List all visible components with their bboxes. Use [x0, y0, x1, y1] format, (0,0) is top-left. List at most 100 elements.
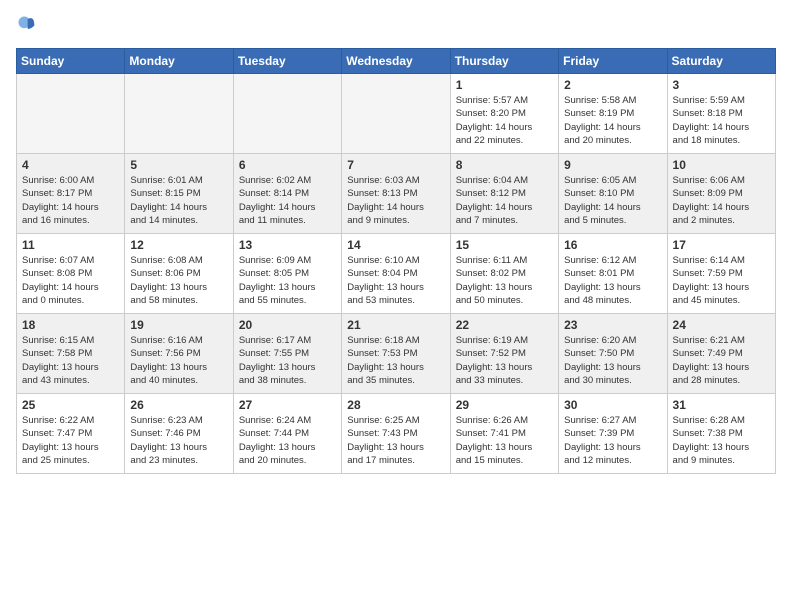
calendar-day-cell: 20 Sunrise: 6:17 AMSunset: 7:55 PMDayligh… [233, 314, 341, 394]
calendar-day-cell [233, 74, 341, 154]
day-number: 25 [22, 398, 119, 412]
calendar-day-cell: 13 Sunrise: 6:09 AMSunset: 8:05 PMDayligh… [233, 234, 341, 314]
day-info: Sunrise: 6:26 AMSunset: 7:41 PMDaylight:… [456, 414, 553, 467]
calendar-day-cell: 14Sunrise: 6:10 AMSunset: 8:04 PMDayligh… [342, 234, 450, 314]
day-info: Sunrise: 6:14 AMSunset: 7:59 PMDaylight:… [673, 254, 770, 307]
day-number: 15 [456, 238, 553, 252]
day-info: Sunrise: 6:23 AMSunset: 7:46 PMDaylight:… [130, 414, 227, 467]
calendar-day-cell: 29 Sunrise: 6:26 AMSunset: 7:41 PMDayligh… [450, 394, 558, 474]
day-number: 9 [564, 158, 661, 172]
day-info: Sunrise: 6:06 AMSunset: 8:09 PMDaylight:… [673, 174, 770, 227]
calendar-day-cell [342, 74, 450, 154]
day-info: Sunrise: 5:58 AMSunset: 8:19 PMDaylight:… [564, 94, 661, 147]
weekday-header-wednesday: Wednesday [342, 49, 450, 74]
calendar-day-cell: 27Sunrise: 6:24 AMSunset: 7:44 PMDayligh… [233, 394, 341, 474]
weekday-header-thursday: Thursday [450, 49, 558, 74]
calendar-day-cell: 28 Sunrise: 6:25 AMSunset: 7:43 PMDayligh… [342, 394, 450, 474]
calendar-day-cell: 10 Sunrise: 6:06 AMSunset: 8:09 PMDayligh… [667, 154, 775, 234]
day-number: 8 [456, 158, 553, 172]
day-number: 19 [130, 318, 227, 332]
day-number: 7 [347, 158, 444, 172]
day-info: Sunrise: 5:59 AMSunset: 8:18 PMDaylight:… [673, 94, 770, 147]
day-info: Sunrise: 6:19 AMSunset: 7:52 PMDaylight:… [456, 334, 553, 387]
calendar-day-cell: 6 Sunrise: 6:02 AMSunset: 8:14 PMDaylight… [233, 154, 341, 234]
day-info: Sunrise: 6:17 AMSunset: 7:55 PMDaylight:… [239, 334, 336, 387]
day-info: Sunrise: 6:00 AMSunset: 8:17 PMDaylight:… [22, 174, 119, 227]
day-info: Sunrise: 6:28 AMSunset: 7:38 PMDaylight:… [673, 414, 770, 467]
logo-icon [16, 14, 36, 34]
day-number: 29 [456, 398, 553, 412]
calendar-day-cell: 31 Sunrise: 6:28 AMSunset: 7:38 PMDayligh… [667, 394, 775, 474]
calendar-day-cell: 2 Sunrise: 5:58 AMSunset: 8:19 PMDaylight… [559, 74, 667, 154]
calendar-day-cell: 24 Sunrise: 6:21 AMSunset: 7:49 PMDayligh… [667, 314, 775, 394]
day-info: Sunrise: 6:22 AMSunset: 7:47 PMDaylight:… [22, 414, 119, 467]
calendar-day-cell: 5 Sunrise: 6:01 AMSunset: 8:15 PMDaylight… [125, 154, 233, 234]
day-number: 22 [456, 318, 553, 332]
day-number: 14 [347, 238, 444, 252]
day-number: 4 [22, 158, 119, 172]
calendar-day-cell: 16Sunrise: 6:12 AMSunset: 8:01 PMDayligh… [559, 234, 667, 314]
day-number: 21 [347, 318, 444, 332]
weekday-header-saturday: Saturday [667, 49, 775, 74]
calendar-day-cell [125, 74, 233, 154]
calendar-day-cell: 4 Sunrise: 6:00 AMSunset: 8:17 PMDaylight… [17, 154, 125, 234]
day-info: Sunrise: 5:57 AMSunset: 8:20 PMDaylight:… [456, 94, 553, 147]
calendar-day-cell: 15 Sunrise: 6:11 AMSunset: 8:02 PMDayligh… [450, 234, 558, 314]
calendar-header-row: SundayMondayTuesdayWednesdayThursdayFrid… [17, 49, 776, 74]
day-info: Sunrise: 6:03 AMSunset: 8:13 PMDaylight:… [347, 174, 444, 227]
logo [16, 16, 40, 36]
day-info: Sunrise: 6:11 AMSunset: 8:02 PMDaylight:… [456, 254, 553, 307]
day-info: Sunrise: 6:27 AMSunset: 7:39 PMDaylight:… [564, 414, 661, 467]
page-header [16, 16, 776, 36]
calendar-day-cell: 12Sunrise: 6:08 AMSunset: 8:06 PMDayligh… [125, 234, 233, 314]
calendar-week-row: 4 Sunrise: 6:00 AMSunset: 8:17 PMDaylight… [17, 154, 776, 234]
day-info: Sunrise: 6:01 AMSunset: 8:15 PMDaylight:… [130, 174, 227, 227]
day-info: Sunrise: 6:05 AMSunset: 8:10 PMDaylight:… [564, 174, 661, 227]
day-number: 5 [130, 158, 227, 172]
day-number: 11 [22, 238, 119, 252]
day-number: 12 [130, 238, 227, 252]
day-info: Sunrise: 6:04 AMSunset: 8:12 PMDaylight:… [456, 174, 553, 227]
day-number: 30 [564, 398, 661, 412]
weekday-header-sunday: Sunday [17, 49, 125, 74]
day-number: 24 [673, 318, 770, 332]
day-number: 13 [239, 238, 336, 252]
calendar-day-cell: 30 Sunrise: 6:27 AMSunset: 7:39 PMDayligh… [559, 394, 667, 474]
day-number: 20 [239, 318, 336, 332]
calendar-day-cell: 7 Sunrise: 6:03 AMSunset: 8:13 PMDaylight… [342, 154, 450, 234]
calendar-week-row: 18 Sunrise: 6:15 AMSunset: 7:58 PMDayligh… [17, 314, 776, 394]
calendar-day-cell: 25 Sunrise: 6:22 AMSunset: 7:47 PMDayligh… [17, 394, 125, 474]
day-number: 17 [673, 238, 770, 252]
day-number: 23 [564, 318, 661, 332]
day-number: 10 [673, 158, 770, 172]
day-number: 28 [347, 398, 444, 412]
day-info: Sunrise: 6:07 AMSunset: 8:08 PMDaylight:… [22, 254, 119, 307]
calendar-day-cell: 23Sunrise: 6:20 AMSunset: 7:50 PMDayligh… [559, 314, 667, 394]
day-number: 16 [564, 238, 661, 252]
calendar-day-cell: 21Sunrise: 6:18 AMSunset: 7:53 PMDayligh… [342, 314, 450, 394]
calendar-day-cell: 8 Sunrise: 6:04 AMSunset: 8:12 PMDaylight… [450, 154, 558, 234]
calendar-week-row: 25 Sunrise: 6:22 AMSunset: 7:47 PMDayligh… [17, 394, 776, 474]
calendar-day-cell: 1 Sunrise: 5:57 AMSunset: 8:20 PMDaylight… [450, 74, 558, 154]
calendar-day-cell: 11 Sunrise: 6:07 AMSunset: 8:08 PMDayligh… [17, 234, 125, 314]
day-info: Sunrise: 6:15 AMSunset: 7:58 PMDaylight:… [22, 334, 119, 387]
weekday-header-monday: Monday [125, 49, 233, 74]
day-number: 31 [673, 398, 770, 412]
day-number: 2 [564, 78, 661, 92]
day-number: 3 [673, 78, 770, 92]
day-info: Sunrise: 6:21 AMSunset: 7:49 PMDaylight:… [673, 334, 770, 387]
day-number: 26 [130, 398, 227, 412]
day-info: Sunrise: 6:24 AMSunset: 7:44 PMDaylight:… [239, 414, 336, 467]
day-info: Sunrise: 6:02 AMSunset: 8:14 PMDaylight:… [239, 174, 336, 227]
day-info: Sunrise: 6:09 AMSunset: 8:05 PMDaylight:… [239, 254, 336, 307]
calendar-day-cell: 17 Sunrise: 6:14 AMSunset: 7:59 PMDayligh… [667, 234, 775, 314]
calendar-day-cell: 19Sunrise: 6:16 AMSunset: 7:56 PMDayligh… [125, 314, 233, 394]
calendar-day-cell: 9 Sunrise: 6:05 AMSunset: 8:10 PMDaylight… [559, 154, 667, 234]
calendar-table: SundayMondayTuesdayWednesdayThursdayFrid… [16, 48, 776, 474]
weekday-header-friday: Friday [559, 49, 667, 74]
calendar-day-cell: 18 Sunrise: 6:15 AMSunset: 7:58 PMDayligh… [17, 314, 125, 394]
day-number: 18 [22, 318, 119, 332]
day-number: 6 [239, 158, 336, 172]
day-info: Sunrise: 6:25 AMSunset: 7:43 PMDaylight:… [347, 414, 444, 467]
day-number: 1 [456, 78, 553, 92]
